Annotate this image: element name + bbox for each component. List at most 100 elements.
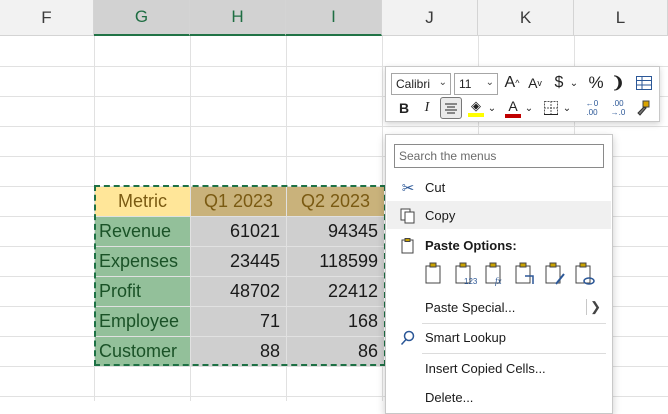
cell-text: 88 [259,341,280,361]
font-name-combo[interactable]: Calibri ⌄ [391,73,451,95]
center-align-button[interactable] [440,97,462,119]
table-cell-metric[interactable]: Customer [95,337,190,366]
chevron-down-icon: ⌄ [524,102,534,114]
increase-decimal-icon: →.0 [610,108,626,117]
paste-option-paste[interactable] [423,262,447,288]
column-header-g[interactable]: G [94,0,190,36]
paste-icon [425,262,441,284]
table-cell-q2[interactable]: 168 [287,307,384,336]
cell-text: 22412 [327,281,378,301]
shrink-font-icon: A [528,75,538,91]
font-color-dropdown[interactable]: ⌄ [524,97,534,119]
table-cell-q1[interactable]: 48702 [191,277,286,306]
table-format-icon [636,76,652,90]
chevron-down-icon: ⌄ [562,102,572,114]
search-menus-input[interactable]: Search the menus [394,144,604,168]
cell-text: 48702 [229,281,280,301]
column-header-h[interactable]: H [190,0,286,36]
paste-option-formulas[interactable]: fx [483,262,509,288]
table-cell-q1[interactable]: 88 [191,337,286,366]
paste-option-values[interactable]: 123 [453,262,479,288]
paste-option-transpose[interactable] [513,262,539,288]
column-letter: I [331,7,336,26]
cell-text: Customer [99,341,178,361]
column-letter: F [41,7,52,27]
borders-dropdown[interactable]: ⌄ [562,97,572,119]
chevron-right-icon: ❯ [590,299,601,314]
header-text: Q2 2023 [300,191,371,211]
menu-item-label: Paste Special... [425,299,516,315]
table-header-metric[interactable]: Metric [95,187,190,216]
column-header-f[interactable]: F [0,0,94,36]
table-cell-q2[interactable]: 86 [287,337,384,366]
table-header-q1[interactable]: Q1 2023 [191,187,286,216]
column-letter: H [231,7,244,26]
cell-text: 118599 [319,251,378,271]
format-as-table-button[interactable] [633,72,655,94]
cell-text: 71 [259,311,280,331]
format-painter-button[interactable] [632,97,654,119]
table-cell-metric[interactable]: Revenue [95,217,190,246]
cell-text: Expenses [99,251,179,271]
smart-lookup-icon [399,329,417,347]
paste-formulas-icon: fx [485,262,502,286]
increase-decimal-button[interactable]: .00 →.0 [605,97,631,119]
table-header-q2[interactable]: Q2 2023 [287,187,384,216]
table-cell-q1[interactable]: 71 [191,307,286,336]
paste-option-link[interactable] [573,262,599,288]
percent-style-button[interactable]: % [585,72,607,94]
cell-text: 23445 [229,251,280,271]
paste-options-header: Paste Options: [387,231,611,259]
cell-text: 94345 [327,221,378,241]
column-header-l[interactable]: L [574,0,668,36]
chevron-down-icon: ⌄ [485,77,494,88]
percent-icon: % [588,73,604,92]
column-header-k[interactable]: K [478,0,574,36]
table-cell-q1[interactable]: 23445 [191,247,286,276]
paste-transpose-icon [515,262,534,284]
accounting-format-button[interactable]: $ [550,72,568,94]
cell-text: 86 [357,341,378,361]
column-letter: J [425,7,434,27]
decrease-decimal-icon: .00 [586,108,598,117]
table-cell-q2[interactable]: 22412 [287,277,384,306]
menu-item-delete[interactable]: Delete... [387,383,611,411]
table-cell-metric[interactable]: Expenses [95,247,190,276]
bold-button[interactable]: B [394,97,414,119]
menu-item-copy[interactable]: Copy [387,201,611,229]
menu-item-paste-special[interactable]: Paste Special... ❯ [387,293,611,321]
grow-font-button[interactable]: A ^ [502,72,522,94]
column-header-j[interactable]: J [382,0,478,36]
chevron-down-icon: ⌄ [438,77,447,88]
column-header-i[interactable]: I [286,0,382,36]
fill-color-dropdown[interactable]: ⌄ [487,97,497,119]
menu-item-cut[interactable]: ✂ Cut [387,173,611,201]
table-cell-metric[interactable]: Employee [95,307,190,336]
chevron-down-icon: ⌄ [487,102,497,114]
fill-color-button[interactable]: ◈ [466,97,486,119]
column-letter: K [519,7,532,27]
italic-button[interactable]: I [417,97,437,119]
font-color-button[interactable]: A [503,97,523,119]
paint-bucket-icon: ◈ [471,98,481,113]
shrink-font-button[interactable]: Av [525,72,545,94]
align-center-icon [445,103,457,114]
menu-item-insert-copied-cells[interactable]: Insert Copied Cells... [387,354,611,382]
header-text: Metric [118,191,167,211]
borders-button[interactable] [541,97,561,119]
font-size-combo[interactable]: 11 ⌄ [454,73,498,95]
paste-option-formatting[interactable] [543,262,569,288]
menu-item-smart-lookup[interactable]: Smart Lookup [387,323,611,351]
decrease-decimal-button[interactable]: ←0 .00 [579,97,605,119]
table-cell-q2[interactable]: 94345 [287,217,384,246]
table-cell-metric[interactable]: Profit [95,277,190,306]
scissors-icon: ✂ [401,180,415,197]
menu-item-label: Copy [425,207,456,223]
cell-text: Revenue [99,221,172,241]
accounting-format-dropdown[interactable]: ⌄ [569,72,579,94]
grid-line [0,126,668,127]
chevron-down-icon: ⌄ [569,77,579,89]
table-cell-q1[interactable]: 61021 [191,217,286,246]
table-cell-q2[interactable]: 118599 [287,247,384,276]
comma-style-button[interactable]: ❩ [610,72,626,94]
